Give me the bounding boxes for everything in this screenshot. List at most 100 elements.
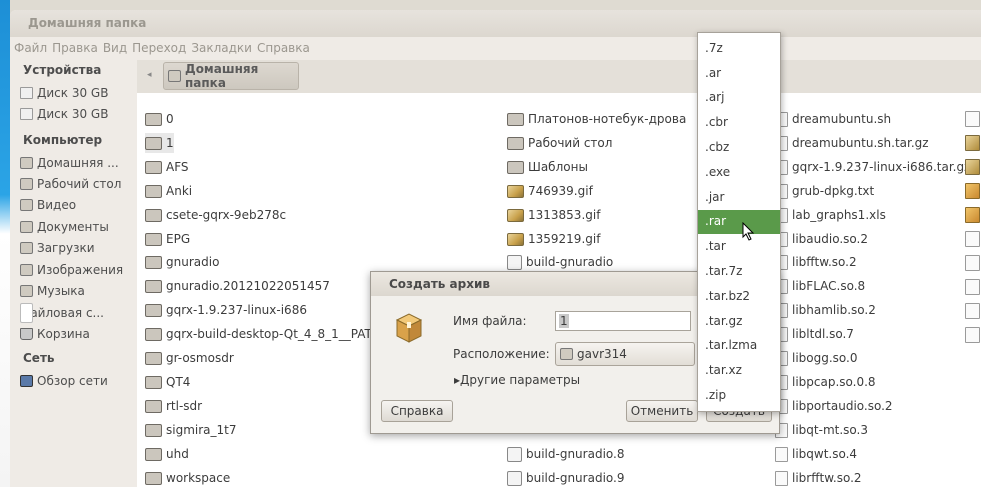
sidebar-item-desktop[interactable]: Рабочий стол	[20, 174, 136, 194]
file-icon[interactable]	[965, 327, 980, 343]
home-folder-icon	[168, 70, 181, 82]
package-file-icon[interactable]	[965, 183, 980, 199]
format-option-tar[interactable]: .tar	[698, 235, 780, 259]
sidebar-item-network-browse[interactable]: Обзор сети	[20, 371, 136, 391]
file-item[interactable]: uhd	[145, 444, 189, 464]
file-item[interactable]: librfftw.so.2	[775, 468, 862, 487]
menu-view[interactable]: Вид	[103, 41, 127, 55]
executable-file-icon	[507, 470, 522, 486]
menu-file[interactable]: Файл	[14, 41, 47, 55]
file-item[interactable]: build-gnuradio.9	[507, 468, 624, 487]
file-item[interactable]: 1359219.gif	[507, 229, 600, 249]
file-item[interactable]: Anki	[145, 181, 192, 201]
file-item[interactable]: AFS	[145, 157, 189, 177]
file-icon[interactable]	[965, 231, 980, 247]
format-option-jar[interactable]: .jar	[698, 186, 780, 210]
scroll-left-arrow-icon[interactable]: ◂	[147, 70, 152, 80]
format-option-zip[interactable]: .zip	[698, 384, 780, 408]
format-option-cbz[interactable]: .cbz	[698, 136, 780, 160]
format-option-arj[interactable]: .arj	[698, 86, 780, 110]
image-file-icon[interactable]	[965, 159, 980, 175]
file-item[interactable]: dreamubuntu.sh.tar.gz	[775, 133, 929, 153]
file-item[interactable]: QT4	[145, 372, 190, 392]
file-item[interactable]: gqrx-build-desktop-Qt_4_8_1__PAT	[145, 324, 372, 344]
file-icon[interactable]	[965, 255, 980, 271]
file-item[interactable]: csete-gqrx-9eb278c	[145, 205, 286, 225]
menu-edit[interactable]: Правка	[52, 41, 98, 55]
format-option-7z[interactable]: .7z	[698, 37, 780, 61]
file-item[interactable]: libqt-mt.so.3	[775, 420, 868, 440]
format-option-tar-bz2[interactable]: .tar.bz2	[698, 285, 780, 309]
file-item-selected[interactable]: 1	[145, 133, 174, 153]
format-option-rar[interactable]: .rar	[698, 210, 780, 234]
file-item[interactable]: libogg.so.0	[775, 348, 858, 368]
menu-go[interactable]: Переход	[132, 41, 186, 55]
file-item[interactable]: EPG	[145, 229, 190, 249]
format-option-tar-7z[interactable]: .tar.7z	[698, 260, 780, 284]
help-button[interactable]: Справка	[381, 400, 453, 422]
file-item[interactable]: dreamubuntu.sh	[775, 109, 891, 129]
sidebar-item-documents[interactable]: Документы	[20, 217, 136, 237]
file-icon[interactable]	[965, 279, 980, 295]
home-folder-icon	[20, 157, 33, 169]
file-item[interactable]: grub-dpkg.txt	[775, 181, 874, 201]
file-icon[interactable]	[965, 111, 980, 127]
file-item[interactable]: Рабочий стол	[507, 133, 612, 153]
file-item[interactable]: 1313853.gif	[507, 205, 600, 225]
sidebar-item-downloads[interactable]: Загрузки	[20, 238, 136, 258]
window-titlebar[interactable]: Домашняя папка	[10, 10, 981, 37]
location-combo[interactable]: gavr314	[555, 342, 695, 366]
filename-input[interactable]: 1	[555, 311, 691, 331]
package-file-icon[interactable]	[965, 207, 980, 223]
more-options-expander[interactable]: ▸Другие параметры	[454, 373, 580, 387]
sidebar-item-disk-2[interactable]: Диск 30 GB	[20, 104, 136, 124]
format-option-tar-gz[interactable]: .tar.gz	[698, 310, 780, 334]
format-option-cbr[interactable]: .cbr	[698, 111, 780, 135]
file-item[interactable]: Шаблоны	[507, 157, 588, 177]
network-icon	[20, 375, 33, 387]
sidebar-item-music[interactable]: Музыка	[20, 281, 136, 301]
file-item[interactable]: libFLAC.so.8	[775, 276, 865, 296]
file-item[interactable]: libportaudio.so.2	[775, 396, 893, 416]
cancel-button[interactable]: Отменить	[626, 400, 698, 422]
sidebar-item-home[interactable]: Домашняя ...	[20, 153, 136, 173]
file-item[interactable]: lab_graphs1.xls	[775, 205, 886, 225]
file-item[interactable]: gqrx-1.9.237-linux-i686	[145, 300, 307, 320]
format-option-ar[interactable]: .ar	[698, 62, 780, 86]
file-item[interactable]: libpcap.so.0.8	[775, 372, 876, 392]
file-item[interactable]: 746939.gif	[507, 181, 593, 201]
disk-icon	[20, 108, 33, 120]
image-file-icon[interactable]	[965, 135, 980, 151]
menu-help[interactable]: Справка	[257, 41, 310, 55]
sidebar-item-pictures[interactable]: Изображения	[20, 260, 136, 280]
file-item[interactable]: libltdl.so.7	[775, 324, 854, 344]
file-item[interactable]: gnuradio.20121022051457	[145, 276, 330, 296]
format-option-tar-xz[interactable]: .tar.xz	[698, 359, 780, 383]
file-item[interactable]: build-gnuradio.8	[507, 444, 624, 464]
file-item[interactable]: gqrx-1.9.237-linux-i686.tar.gz	[775, 157, 970, 177]
file-item[interactable]: build-gnuradio	[507, 252, 613, 272]
file-item[interactable]: libqwt.so.4	[775, 444, 857, 464]
file-item[interactable]: Платонов-нотебук-дрова	[507, 109, 686, 129]
home-folder-icon	[560, 348, 573, 360]
sidebar-item-trash[interactable]: Корзина	[20, 324, 136, 344]
file-item[interactable]: workspace	[145, 468, 230, 487]
format-option-tar-lzma[interactable]: .tar.lzma	[698, 334, 780, 358]
file-item[interactable]: libhamlib.so.2	[775, 300, 876, 320]
file-icon[interactable]	[965, 303, 980, 319]
file-item[interactable]: gnuradio	[145, 252, 219, 272]
sidebar-item-video[interactable]: Видео	[20, 195, 136, 215]
file-item[interactable]: sigmira_1t7	[145, 420, 237, 440]
archive-format-menu: .7z .ar .arj .cbr .cbz .exe .jar .rar .t…	[697, 32, 781, 412]
file-item[interactable]: rtl-sdr	[145, 396, 202, 416]
format-option-exe[interactable]: .exe	[698, 161, 780, 185]
sidebar-item-filesystem[interactable]: Файловая с...	[20, 303, 136, 323]
file-item[interactable]: libfftw.so.2	[775, 252, 857, 272]
places-sidebar: Устройства Диск 30 GB Диск 30 GB Компьют…	[10, 60, 137, 487]
file-item[interactable]: gr-osmosdr	[145, 348, 234, 368]
sidebar-item-disk-1[interactable]: Диск 30 GB	[20, 83, 136, 103]
menu-bookmarks[interactable]: Закладки	[191, 41, 252, 55]
file-item[interactable]: 0	[145, 109, 174, 129]
path-button-home[interactable]: Домашняя папка	[163, 62, 299, 90]
file-item[interactable]: libaudio.so.2	[775, 229, 868, 249]
